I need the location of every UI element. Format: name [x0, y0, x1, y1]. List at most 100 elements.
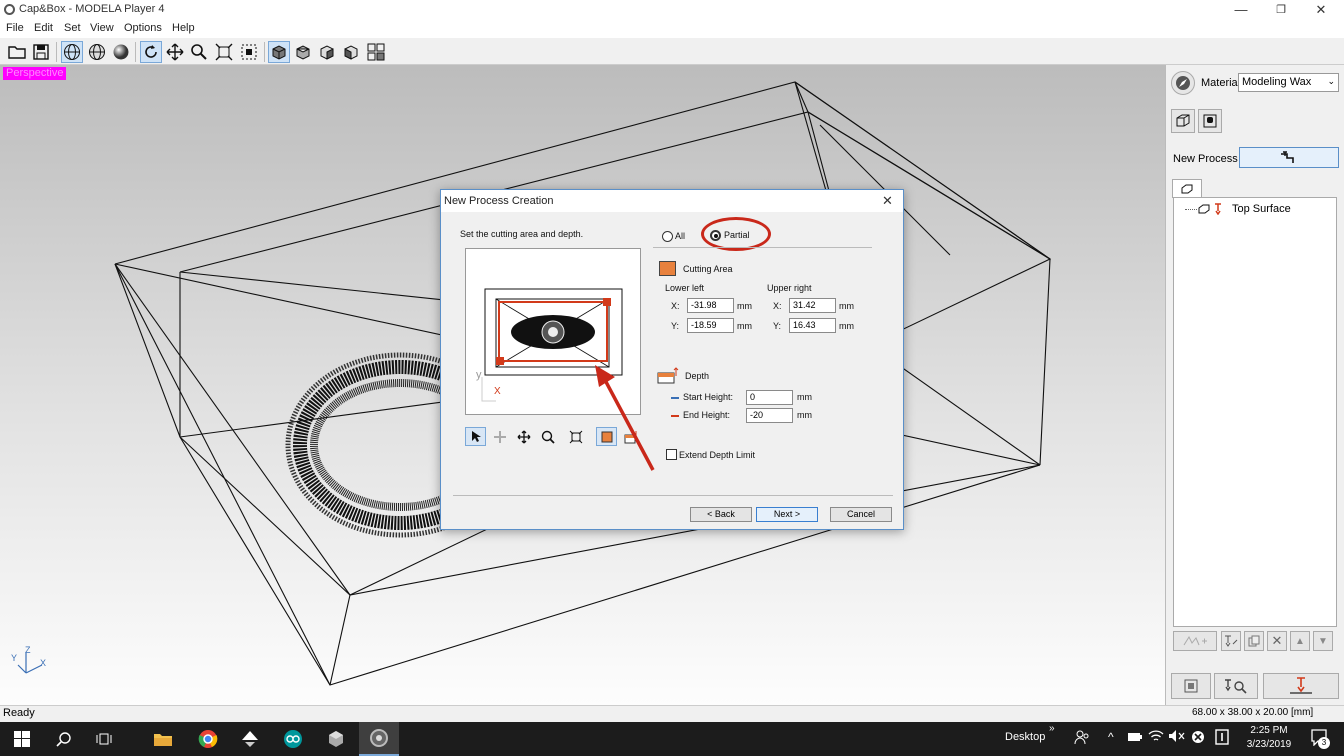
inkscape-icon[interactable] — [230, 722, 270, 756]
dialog-close-icon[interactable]: ✕ — [882, 193, 893, 209]
upper-right-y-input[interactable]: 16.43 — [789, 318, 836, 333]
next-button[interactable]: Next > — [756, 507, 818, 522]
battery-icon — [1127, 732, 1143, 745]
sphere-icon[interactable] — [110, 41, 132, 63]
menu-file[interactable]: File — [6, 22, 24, 34]
modela-player-taskbar-icon[interactable] — [359, 722, 399, 756]
lower-left-y-input[interactable]: -18.59 — [687, 318, 734, 333]
back-button[interactable]: < Back — [690, 507, 752, 522]
clock-date[interactable]: 3/23/2019 — [1243, 739, 1295, 750]
workpiece-icon[interactable] — [1171, 109, 1195, 133]
file-explorer-icon[interactable] — [143, 722, 183, 756]
lower-left-y-label: Y: — [671, 321, 680, 331]
cube-iso-icon[interactable] — [340, 41, 362, 63]
arduino-icon[interactable] — [273, 722, 313, 756]
people-icon[interactable] — [1074, 729, 1090, 748]
delete-icon[interactable]: ✕ — [1267, 631, 1287, 651]
desktop-toolbar-label[interactable]: Desktop — [1005, 731, 1045, 743]
zoom-box-icon[interactable] — [238, 41, 260, 63]
extend-depth-checkbox[interactable] — [666, 449, 677, 460]
cancel-button[interactable]: Cancel — [830, 507, 892, 522]
move-down-icon[interactable]: ▼ — [1313, 631, 1333, 651]
preview-icon[interactable] — [1171, 673, 1211, 699]
zoom-icon[interactable] — [188, 41, 210, 63]
menu-view[interactable]: View — [90, 22, 114, 34]
upper-right-x-input[interactable]: 31.42 — [789, 298, 836, 313]
zoom-icon[interactable] — [537, 427, 558, 446]
compass-icon[interactable] — [1171, 71, 1195, 95]
stack-icon — [1198, 204, 1210, 217]
move-area-icon[interactable] — [489, 427, 510, 446]
fit-icon[interactable] — [565, 427, 586, 446]
task-view-icon[interactable] — [84, 722, 124, 756]
cutting-area-icon — [659, 261, 676, 276]
end-height-label: End Height: — [683, 410, 731, 420]
move-up-icon[interactable]: ▲ — [1290, 631, 1310, 651]
clock-time[interactable]: 2:25 PM — [1249, 725, 1289, 736]
toolbar-separator — [135, 42, 136, 62]
rotate-icon[interactable] — [140, 41, 162, 63]
search-icon[interactable] — [44, 722, 84, 756]
footer-divider — [453, 495, 893, 496]
show-hidden-icons[interactable]: ^ — [1108, 730, 1114, 744]
axis-z-label: Z — [25, 645, 31, 655]
menu-set[interactable]: Set — [64, 22, 81, 34]
pan-icon[interactable] — [513, 427, 534, 446]
windows-start-icon[interactable] — [2, 722, 42, 756]
title-bar — [0, 0, 1344, 20]
status-bar — [0, 705, 1344, 722]
menu-options[interactable]: Options — [124, 22, 162, 34]
input-indicator-icon[interactable] — [1215, 729, 1229, 748]
app-icon — [4, 4, 15, 15]
edit-process-icon[interactable] — [1221, 631, 1241, 651]
toolbar-chevron[interactable]: » — [1049, 723, 1055, 734]
model-icon[interactable] — [1198, 109, 1222, 133]
extend-depth-label: Extend Depth Limit — [679, 450, 756, 460]
globe-icon[interactable] — [86, 41, 108, 63]
cube-front-icon[interactable] — [268, 41, 290, 63]
window-title: Cap&Box - MODELA Player 4 — [19, 3, 165, 15]
radio-all-label: All — [675, 231, 686, 241]
menu-edit[interactable]: Edit — [34, 22, 53, 34]
unit-label: mm — [737, 321, 752, 331]
new-process-dialog: New Process Creation ✕ Set the cutting a… — [440, 189, 904, 530]
open-icon[interactable] — [6, 41, 28, 63]
tool-search-icon[interactable] — [1214, 673, 1258, 699]
toolbar-separator — [264, 42, 265, 62]
unit-label: mm — [797, 392, 812, 402]
quad-view-icon[interactable] — [365, 41, 387, 63]
preview-y-label: y — [476, 369, 482, 381]
unit-label: mm — [839, 321, 854, 331]
divider — [653, 247, 872, 248]
unit-label: mm — [797, 410, 812, 420]
copy-icon[interactable] — [1244, 631, 1264, 651]
globe-wire-icon[interactable] — [61, 41, 83, 63]
cut-icon[interactable] — [1263, 673, 1339, 699]
lower-left-x-input[interactable]: -31.98 — [687, 298, 734, 313]
notification-badge: 3 — [1318, 737, 1330, 749]
dimensions-text: 68.00 x 38.00 x 20.00 [mm] — [1192, 707, 1314, 718]
end-height-input[interactable]: -20 — [746, 408, 793, 423]
close-button[interactable]: ✕ — [1298, 0, 1344, 20]
menu-help[interactable]: Help — [172, 22, 195, 34]
save-icon[interactable] — [30, 41, 52, 63]
fit-icon[interactable] — [213, 41, 235, 63]
cube-side-icon[interactable] — [316, 41, 338, 63]
material-select[interactable]: Modeling Wax ⌄ — [1238, 73, 1339, 92]
no-network-icon[interactable] — [1191, 730, 1205, 747]
pan-icon[interactable] — [164, 41, 186, 63]
start-height-input[interactable]: 0 — [746, 390, 793, 405]
cube-top-icon[interactable] — [292, 41, 314, 63]
wifi-icon[interactable] — [1148, 729, 1164, 746]
chrome-icon[interactable] — [188, 722, 228, 756]
volume-muted-icon[interactable] — [1168, 729, 1186, 746]
tab-process-tree[interactable] — [1172, 179, 1202, 198]
radio-all[interactable] — [662, 231, 673, 242]
process-graph-icon[interactable] — [1173, 631, 1217, 651]
select-arrow-icon[interactable] — [465, 427, 486, 446]
unit-label: mm — [737, 301, 752, 311]
3d-app-icon[interactable] — [316, 722, 356, 756]
tree-item-top-surface[interactable]: Top Surface — [1232, 203, 1291, 215]
new-process-button[interactable] — [1239, 147, 1339, 168]
highlight-ellipse — [701, 217, 771, 251]
